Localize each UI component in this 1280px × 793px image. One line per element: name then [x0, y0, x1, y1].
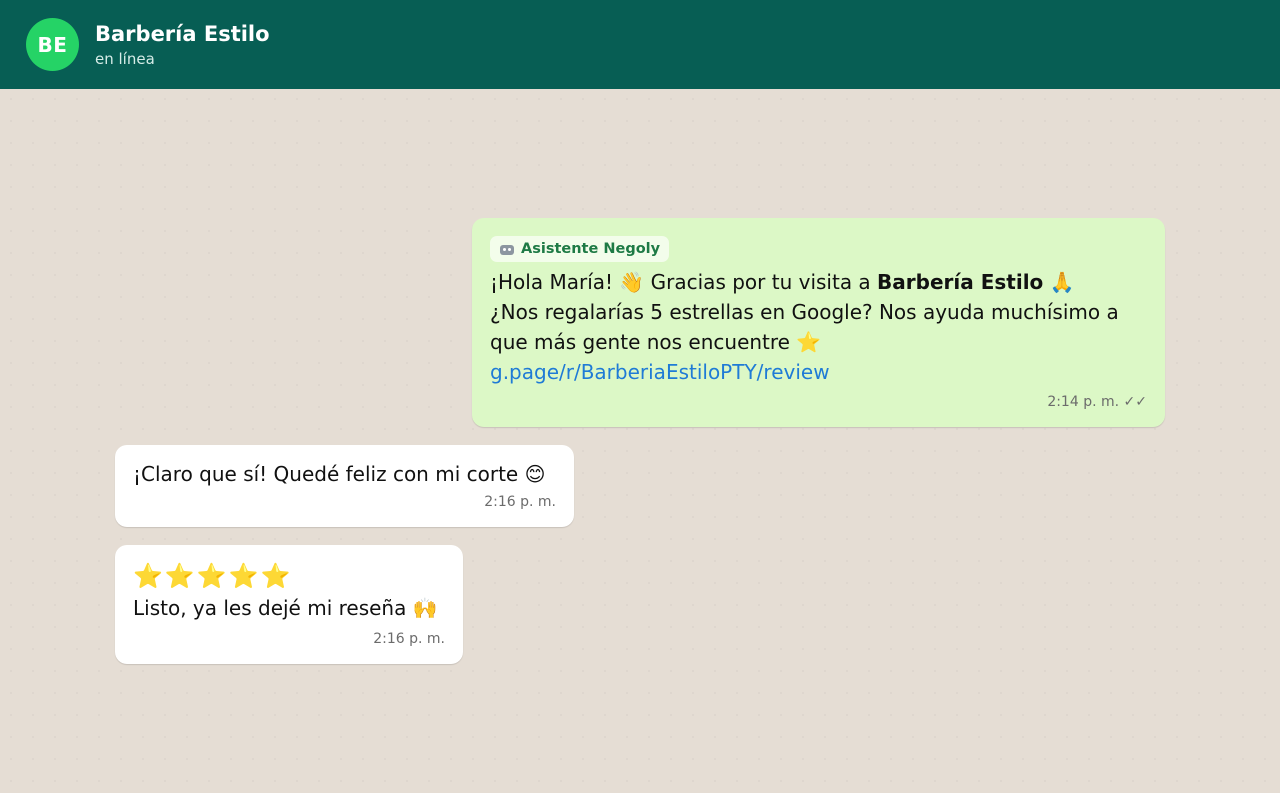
star-rating: ⭐⭐⭐⭐⭐: [133, 562, 293, 590]
message-line: que más gente nos encuentre ⭐: [490, 327, 1147, 357]
folded-hands-emoji-icon: 🙏: [1049, 270, 1075, 294]
message-text-segment: ¡Hola María!: [490, 270, 620, 294]
double-check-icon: ✓✓: [1123, 394, 1147, 410]
message-text-segment: Listo, ya les dejé mi reseña: [133, 596, 413, 620]
smiling-face-emoji-icon: 😊: [524, 462, 546, 486]
message-line: g.page/r/BarberiaEstiloPTY/review: [490, 357, 1147, 387]
message-text-segment: Gracias por tu visita a: [644, 270, 878, 294]
message-line: ¡Hola María! 👋 Gracias por tu visita a B…: [490, 267, 1147, 297]
message-time: 2:16 p. m.: [373, 631, 445, 647]
business-name-bold: Barbería Estilo: [877, 270, 1044, 294]
review-link[interactable]: g.page/r/BarberiaEstiloPTY/review: [490, 360, 830, 384]
star-emoji-icon: ⭐: [796, 330, 822, 354]
chat-header: BE Barbería Estilo en línea: [0, 0, 1280, 89]
message-time: 2:14 p. m.: [1047, 394, 1120, 410]
message-line: ¿Nos regalarías 5 estrellas en Google? N…: [490, 300, 1119, 324]
message-text: ¡Hola María! 👋 Gracias por tu visita a B…: [490, 267, 1147, 387]
message-text: ¡Claro que sí! Quedé feliz con mi corte …: [133, 459, 556, 489]
sender-badge: Asistente Negoly: [490, 236, 670, 262]
message-time: 2:16 p. m.: [484, 494, 556, 510]
message-line: ¡Claro que sí! Quedé feliz con mi corte …: [133, 459, 556, 489]
raising-hands-emoji-icon: 🙌: [412, 596, 438, 620]
message-line: Listo, ya les dejé mi reseña 🙌: [133, 593, 445, 623]
message-text-segment: ¡Claro que sí! Quedé feliz con mi corte: [133, 462, 525, 486]
sender-badge-label: Asistente Negoly: [521, 241, 661, 257]
contact-status: en línea: [95, 50, 155, 68]
message-text-segment: que más gente nos encuentre: [490, 330, 797, 354]
waving-hand-emoji-icon: 👋: [619, 270, 645, 294]
message-bubble-incoming[interactable]: ⭐⭐⭐⭐⭐ Listo, ya les dejé mi reseña 🙌 2:1…: [115, 545, 463, 664]
message-meta: 2:14 p. m. ✓✓: [1047, 394, 1147, 410]
contact-name[interactable]: Barbería Estilo: [95, 20, 270, 48]
avatar[interactable]: BE: [26, 18, 79, 71]
message-text: Listo, ya les dejé mi reseña 🙌: [133, 593, 445, 623]
robot-icon: [499, 242, 515, 256]
message-bubble-outgoing[interactable]: Asistente Negoly ¡Hola María! 👋 Gracias …: [472, 218, 1165, 427]
message-bubble-incoming[interactable]: ¡Claro que sí! Quedé feliz con mi corte …: [115, 445, 574, 527]
